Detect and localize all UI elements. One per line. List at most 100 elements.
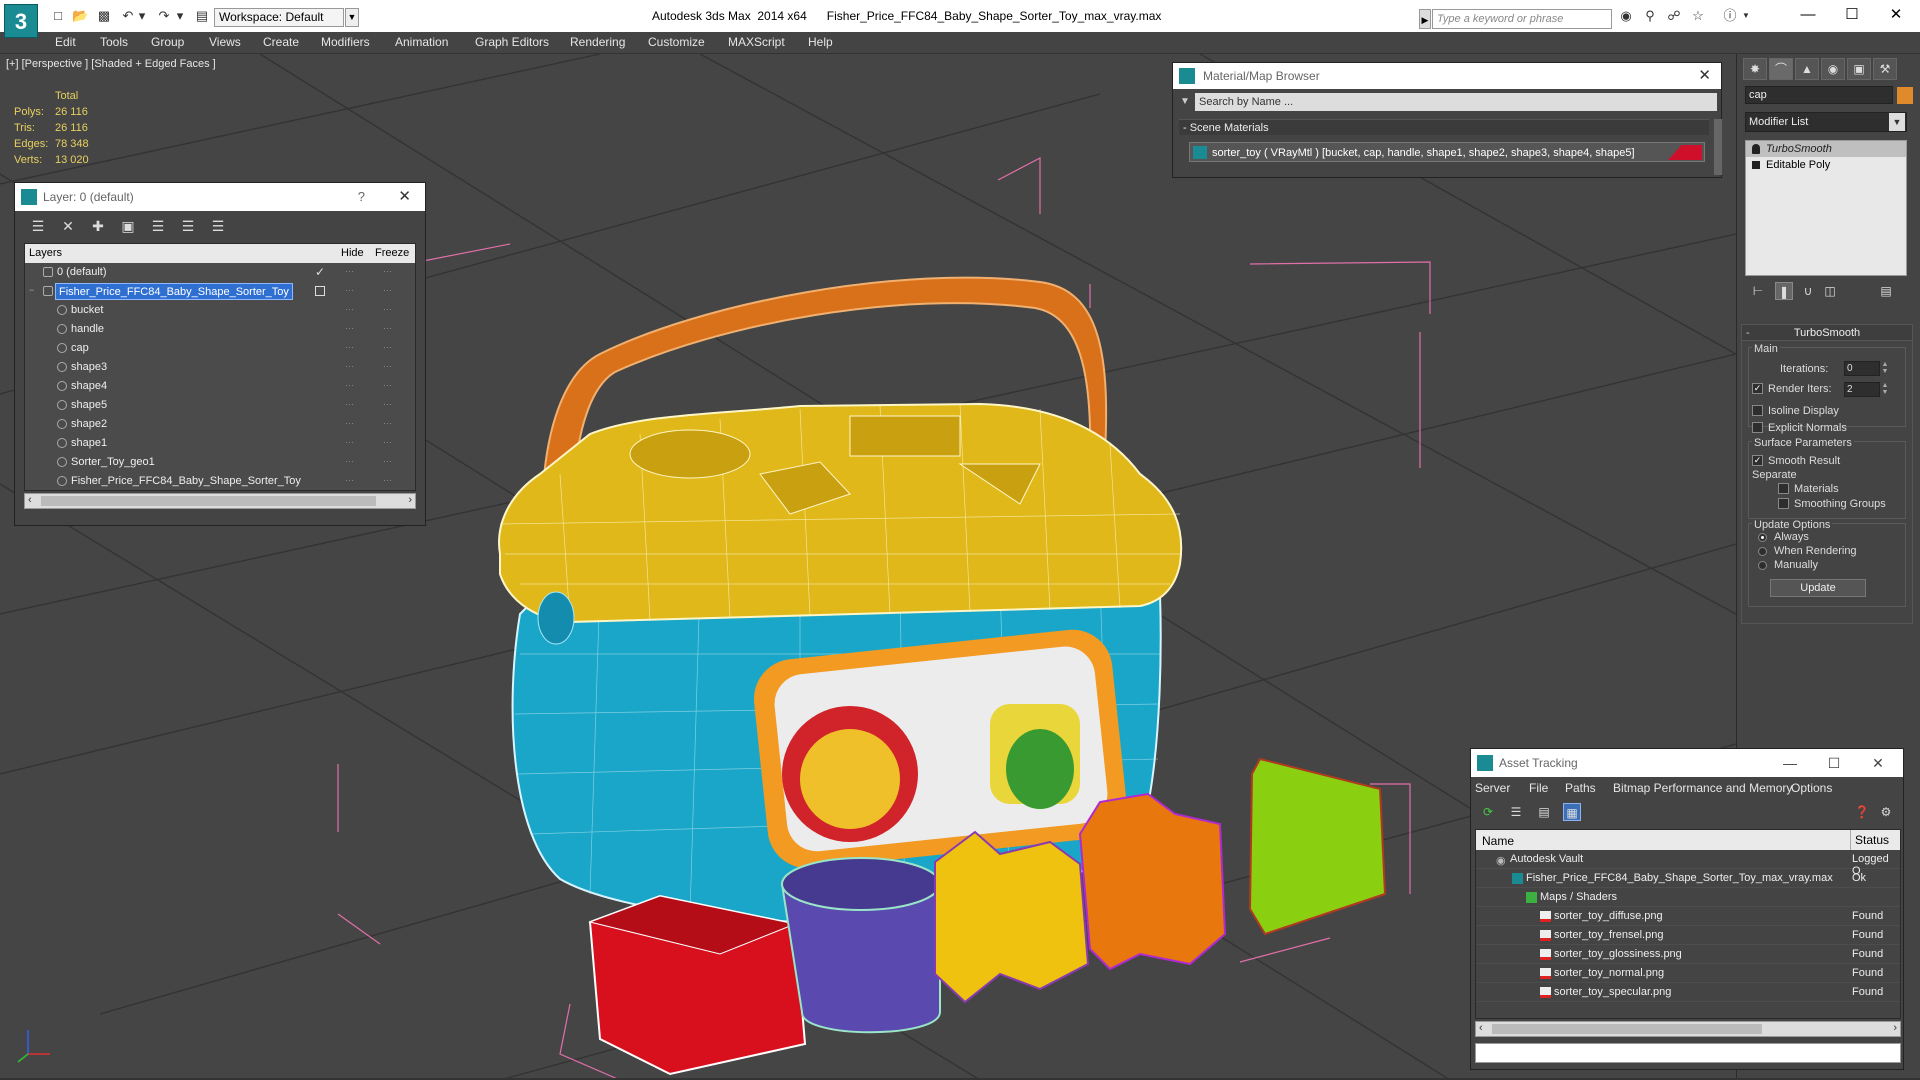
object-name[interactable]: shape3 [71, 361, 107, 373]
utilities-tab-icon[interactable]: ⚒ [1873, 58, 1897, 80]
display-tab-icon[interactable]: ▣ [1847, 58, 1871, 80]
list-view-icon[interactable]: ☰ [1507, 803, 1525, 821]
object-name[interactable]: shape2 [71, 418, 107, 430]
modifier-stack-item[interactable]: Editable Poly [1746, 157, 1906, 173]
hide-toggle[interactable]: ⋯ [345, 266, 354, 277]
select-objects-icon[interactable]: ▣ [119, 218, 137, 234]
hide-toggle[interactable]: ⋯ [345, 323, 354, 334]
freeze-toggle[interactable]: ⋯ [383, 304, 392, 315]
object-name[interactable]: bucket [71, 304, 103, 316]
redo-dropdown-icon[interactable]: ▾ [172, 8, 188, 24]
smoothing-groups-checkbox[interactable] [1778, 498, 1789, 509]
col-status[interactable]: Status [1850, 830, 1889, 850]
scroll-right-icon[interactable]: › [1893, 1022, 1897, 1034]
layer-object-row[interactable]: shape3 ⋯ ⋯ [25, 358, 415, 377]
freeze-toggle[interactable]: ⋯ [383, 342, 392, 353]
add-to-layer-icon[interactable]: ✚ [89, 218, 107, 234]
material-item[interactable]: sorter_toy ( VRayMtl ) [bucket, cap, han… [1189, 142, 1705, 162]
smooth-result-checkbox[interactable]: ✓ [1752, 455, 1763, 466]
object-name[interactable]: Fisher_Price_FFC84_Baby_Shape_Sorter_Toy [71, 475, 301, 487]
layer-object-row[interactable]: shape5 ⋯ ⋯ [25, 396, 415, 415]
spinner-arrows-icon[interactable]: ▲ ▼ [1880, 361, 1890, 376]
hide-toggle[interactable]: ⋯ [345, 418, 354, 429]
shape5-triangle-mesh[interactable] [1248, 757, 1387, 936]
freeze-toggle[interactable]: ⋯ [383, 361, 392, 372]
col-layers[interactable]: Layers [29, 247, 62, 259]
layer-object-row[interactable]: cap ⋯ ⋯ [25, 339, 415, 358]
asset-row[interactable]: sorter_toy_specular.png Found [1476, 983, 1900, 1002]
close-icon[interactable]: ✕ [398, 183, 411, 211]
object-name[interactable]: handle [71, 323, 104, 335]
layer-object-row[interactable]: Sorter_Toy_geo1 ⋯ ⋯ [25, 453, 415, 472]
viewport-label-menu[interactable]: [+] [Perspective ] [Shaded + Edged Faces… [6, 58, 216, 70]
update-button[interactable]: Update [1770, 579, 1866, 597]
refresh-icon[interactable]: ⟳ [1479, 803, 1497, 821]
menu-customize[interactable]: Customize [648, 35, 705, 49]
workspace-dropdown[interactable]: Workspace: Default [214, 8, 344, 27]
asset-row[interactable]: Maps / Shaders [1476, 888, 1900, 907]
cap-mesh[interactable] [498, 402, 1183, 624]
scroll-left-icon[interactable]: ‹ [1479, 1022, 1483, 1034]
hide-all-layers-icon[interactable]: ☰ [179, 218, 197, 234]
chevron-down-icon[interactable]: ▼ [1889, 113, 1905, 131]
render-iters-spinner[interactable]: 2 [1844, 382, 1880, 397]
object-name[interactable]: Sorter_Toy_geo1 [71, 456, 155, 468]
hide-toggle[interactable]: ⋯ [345, 456, 354, 467]
object-name[interactable]: cap [71, 342, 89, 354]
menu-bitmap-performance[interactable]: Bitmap Performance and Memory [1613, 781, 1792, 795]
object-color-swatch[interactable] [1897, 87, 1913, 104]
manually-radio[interactable] [1758, 561, 1767, 570]
freeze-toggle[interactable]: ⋯ [383, 437, 392, 448]
freeze-toggle[interactable]: ⋯ [383, 285, 392, 296]
current-layer-check-icon[interactable]: ✓ [315, 265, 325, 279]
hide-toggle[interactable]: ⋯ [345, 285, 354, 296]
always-radio[interactable] [1758, 533, 1767, 542]
app-menu-button[interactable]: 3 [4, 4, 38, 38]
menu-modifiers[interactable]: Modifiers [321, 35, 370, 49]
iterations-spinner[interactable]: 0 [1844, 361, 1880, 376]
remove-modifier-icon[interactable]: ◫ [1821, 282, 1839, 300]
menu-options[interactable]: Options [1791, 781, 1832, 795]
render-iters-checkbox[interactable]: ✓ [1752, 383, 1763, 394]
redo-icon[interactable]: ↷ [156, 8, 172, 24]
layer-object-row[interactable]: shape2 ⋯ ⋯ [25, 415, 415, 434]
layer-horizontal-scrollbar[interactable]: ‹ › [24, 493, 416, 509]
scene-materials-group[interactable]: - Scene Materials [1179, 119, 1709, 135]
create-tab-icon[interactable]: ✸ [1743, 58, 1767, 80]
detail-view-icon[interactable]: ▤ [1535, 803, 1553, 821]
create-layer-icon[interactable]: ☰ [29, 218, 47, 234]
layer-object-row[interactable]: handle ⋯ ⋯ [25, 320, 415, 339]
hide-toggle[interactable]: ⋯ [345, 399, 354, 410]
freeze-toggle[interactable]: ⋯ [383, 323, 392, 334]
search-expand-icon[interactable]: ▶ [1419, 9, 1431, 29]
rollout-header[interactable]: - TurboSmooth [1742, 325, 1912, 341]
new-file-icon[interactable]: □ [50, 8, 66, 24]
table-view-icon[interactable]: ▦ [1563, 803, 1581, 821]
menu-group[interactable]: Group [151, 35, 184, 49]
layer-row[interactable]: 0 (default) ✓ ⋯ ⋯ [25, 263, 415, 282]
freeze-toggle[interactable]: ⋯ [383, 266, 392, 277]
maximize-button[interactable]: ☐ [1832, 4, 1872, 26]
scrollbar-thumb[interactable] [1492, 1024, 1762, 1034]
asset-row[interactable]: sorter_toy_glossiness.png Found [1476, 945, 1900, 964]
help-icon[interactable]: ⓘ [1722, 8, 1738, 24]
when-rendering-radio[interactable] [1758, 547, 1767, 556]
pin-stack-icon[interactable]: ⊢ [1749, 282, 1767, 300]
hide-toggle[interactable]: ⋯ [345, 304, 354, 315]
scrollbar-thumb[interactable] [41, 496, 376, 506]
hide-toggle[interactable]: ⋯ [345, 361, 354, 372]
freeze-toggle[interactable]: ⋯ [383, 475, 392, 486]
hide-toggle[interactable]: ⋯ [345, 342, 354, 353]
modifier-stack-item[interactable]: TurboSmooth [1746, 141, 1906, 157]
maximize-button[interactable]: ☐ [1819, 749, 1849, 777]
configure-modifier-sets-icon[interactable]: ▤ [1877, 282, 1895, 300]
object-name[interactable]: shape4 [71, 380, 107, 392]
menu-create[interactable]: Create [263, 35, 299, 49]
project-folder-icon[interactable]: ▤ [194, 8, 210, 24]
hide-toggle[interactable]: ⋯ [345, 380, 354, 391]
modifier-list-dropdown[interactable]: Modifier List [1745, 112, 1907, 132]
material-browser-titlebar[interactable]: Material/Map Browser ✕ [1173, 63, 1721, 89]
menu-edit[interactable]: Edit [55, 35, 76, 49]
layer-name[interactable]: Fisher_Price_FFC84_Baby_Shape_Sorter_Toy [55, 283, 293, 300]
favorites-star-icon[interactable]: ☆ [1690, 8, 1706, 24]
